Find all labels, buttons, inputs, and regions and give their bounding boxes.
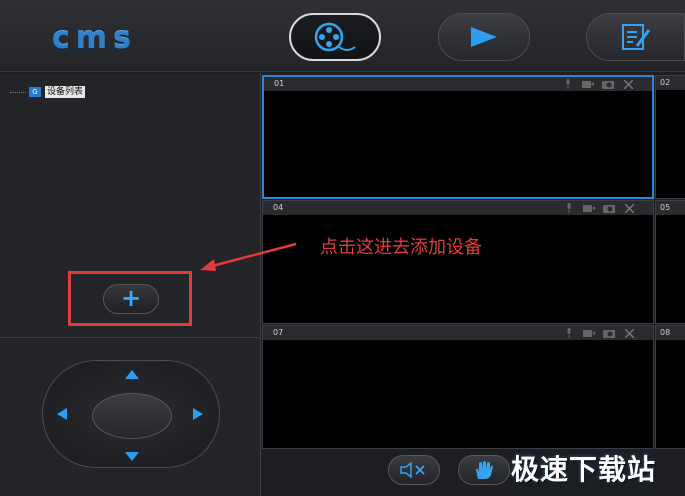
film-reel-icon: [314, 22, 356, 52]
close-icon[interactable]: [622, 79, 634, 89]
play-icon: [471, 27, 497, 47]
ptz-center-button[interactable]: [92, 393, 172, 439]
cell-number: 04: [273, 203, 284, 212]
video-cell[interactable]: 01: [262, 75, 654, 199]
mute-button[interactable]: [388, 455, 440, 485]
annotation-text: 点击这进去添加设备: [320, 237, 482, 258]
device-list-label: 设备列表: [45, 86, 86, 98]
ptz-left-icon[interactable]: [57, 408, 67, 420]
hand-control-button[interactable]: [458, 455, 510, 485]
video-cell[interactable]: 08: [655, 325, 685, 449]
cell-number: 01: [274, 79, 285, 88]
ptz-right-icon[interactable]: [193, 408, 203, 420]
playback-button[interactable]: [438, 13, 530, 61]
device-tree-root[interactable]: G 设备列表: [10, 85, 86, 99]
group-icon: G: [29, 87, 41, 97]
ptz-down-icon[interactable]: [125, 452, 139, 461]
cell-header: 08: [656, 326, 685, 340]
cell-number: 02: [660, 78, 671, 87]
record-camera-icon[interactable]: [582, 79, 594, 89]
cell-header: 07: [263, 326, 653, 340]
cell-number: 07: [273, 328, 284, 337]
cell-number: 05: [660, 203, 671, 212]
cell-header: 01: [264, 77, 652, 91]
cell-header: 05: [656, 201, 685, 215]
notepad-pen-icon: [621, 24, 650, 50]
record-camera-icon[interactable]: [583, 203, 595, 213]
video-cell[interactable]: 04: [262, 200, 654, 324]
hand-icon: [476, 461, 493, 479]
live-video-button[interactable]: [289, 13, 381, 61]
watermark-text: 极速下载站: [511, 453, 657, 486]
edit-log-button[interactable]: [586, 13, 685, 61]
close-icon[interactable]: [623, 328, 635, 338]
microphone-icon[interactable]: [562, 79, 574, 89]
add-device-button[interactable]: +: [103, 284, 159, 314]
panel-divider: [0, 337, 261, 338]
record-camera-icon[interactable]: [583, 328, 595, 338]
speaker-mute-icon: [400, 462, 425, 478]
video-cell[interactable]: 02: [655, 75, 685, 199]
video-grid: 01 02 04 05 07 08: [262, 73, 685, 453]
snapshot-icon[interactable]: [603, 203, 615, 213]
microphone-icon[interactable]: [563, 328, 575, 338]
snapshot-icon[interactable]: [602, 79, 614, 89]
snapshot-icon[interactable]: [603, 328, 615, 338]
cell-header: 02: [656, 76, 685, 90]
top-toolbar: cms: [0, 0, 685, 72]
cell-header: 04: [263, 201, 653, 215]
cell-number: 08: [660, 328, 671, 337]
tree-connector: [10, 91, 26, 93]
video-cell[interactable]: 05: [655, 200, 685, 324]
ptz-up-icon[interactable]: [125, 370, 139, 379]
close-icon[interactable]: [623, 203, 635, 213]
microphone-icon[interactable]: [563, 203, 575, 213]
app-logo: cms: [52, 21, 137, 56]
video-cell[interactable]: 07: [262, 325, 654, 449]
